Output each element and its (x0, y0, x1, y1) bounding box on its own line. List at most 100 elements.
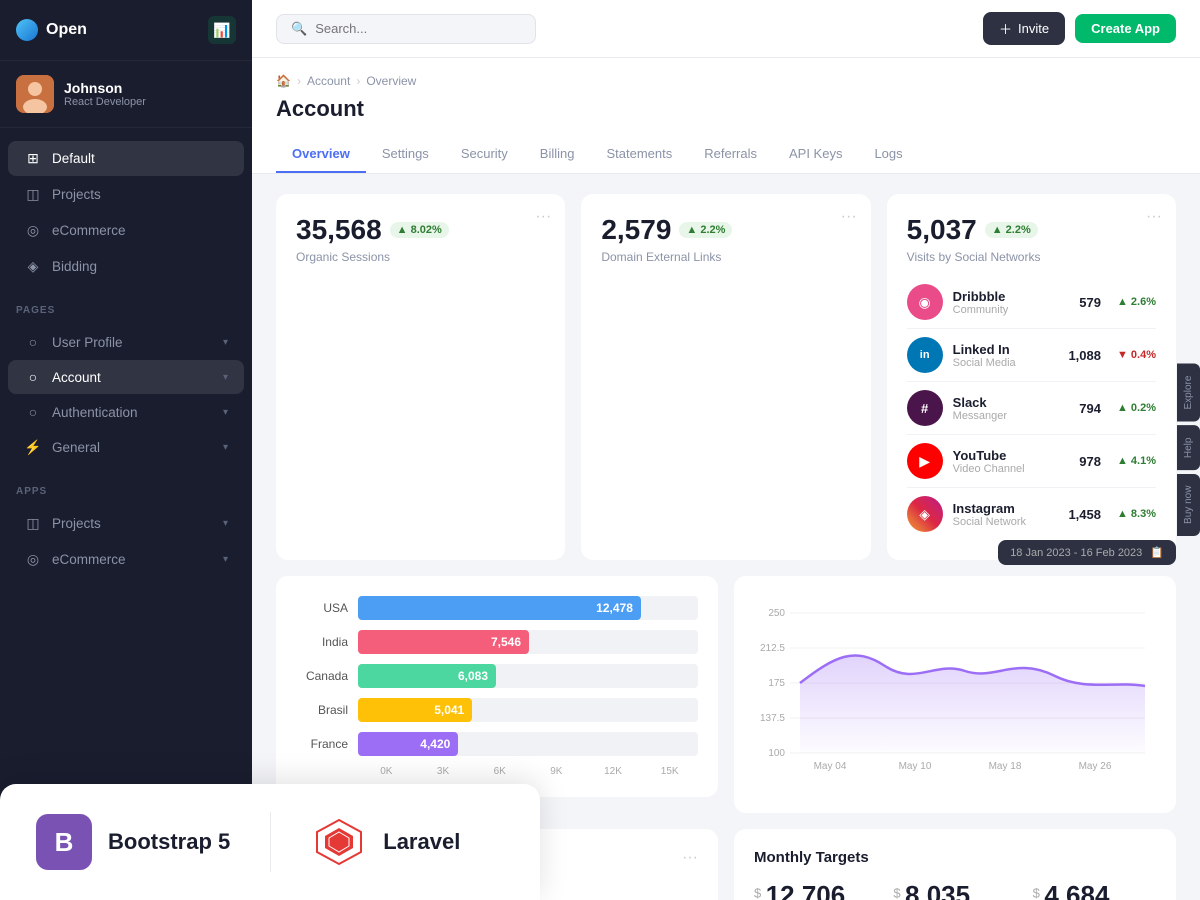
plus-icon: ＋ (999, 19, 1012, 38)
tab-referrals[interactable]: Referrals (688, 136, 773, 173)
sidebar-item-label: Bidding (52, 259, 97, 274)
youtube-icon: ▶ (907, 443, 943, 479)
divider (270, 812, 271, 872)
create-app-button[interactable]: Create App (1075, 14, 1176, 43)
social-row: in Linked In Social Media 1,088 ▼ 0.4% (907, 329, 1156, 382)
sidebar-item-projects[interactable]: ◫ Projects (8, 177, 244, 212)
tab-api-keys[interactable]: API Keys (773, 136, 858, 173)
svg-text:137.5: 137.5 (760, 713, 785, 724)
tab-logs[interactable]: Logs (858, 136, 918, 173)
chevron-down-icon: ▾ (223, 372, 228, 383)
search-input[interactable] (315, 21, 515, 36)
sidebar-item-default[interactable]: ⊞ Default (8, 141, 244, 176)
bar-fill: 6,083 (358, 664, 496, 688)
target-item: $ 8,035 Actual for April (893, 880, 1016, 900)
main-nav: ⊞ Default ◫ Projects ◎ eCommerce ◈ Biddi… (0, 128, 252, 289)
search-box[interactable]: 🔍 (276, 14, 536, 44)
sidebar-item-label: Authentication (52, 405, 138, 420)
stat-label: Domain External Links (601, 250, 850, 264)
app-name: Open (46, 21, 87, 39)
sidebar-header: Open 📊 (0, 0, 252, 61)
bar-track: 5,041 (358, 698, 698, 722)
laravel-icon (311, 814, 367, 870)
svg-text:May 18: May 18 (989, 761, 1022, 772)
sidebar-item-label: eCommerce (52, 223, 126, 238)
bar-track: 6,083 (358, 664, 698, 688)
grid-icon: ⊞ (24, 150, 42, 167)
tab-overview[interactable]: Overview (276, 136, 366, 173)
sidebar-item-authentication[interactable]: ○ Authentication ▾ (8, 395, 244, 429)
buy-now-button[interactable]: Buy now (1177, 474, 1200, 536)
bar-track: 4,420 (358, 732, 698, 756)
pages-nav: PAGES ○ User Profile ▾ ○ Account ▾ ○ Aut… (0, 289, 252, 470)
bar-fill: 7,546 (358, 630, 529, 654)
bar-row: Brasil 5,041 (296, 698, 698, 722)
sidebar-item-user-profile[interactable]: ○ User Profile ▾ (8, 325, 244, 359)
ecommerce-icon: ◎ (24, 222, 42, 239)
tab-billing[interactable]: Billing (524, 136, 591, 173)
stat-value: 2,579 ▲ 2.2% (601, 214, 850, 246)
apps-label: APPS (0, 482, 252, 505)
bar-track: 7,546 (358, 630, 698, 654)
user-card[interactable]: Johnson React Developer (0, 61, 252, 128)
more-options-icon[interactable]: ··· (841, 208, 857, 226)
page-tabs: Overview Settings Security Billing State… (276, 136, 1176, 173)
tab-settings[interactable]: Settings (366, 136, 445, 173)
user-role: React Developer (64, 96, 236, 108)
stat-card-social-visits: ··· 5,037 ▲ 2.2% Visits by Social Networ… (887, 194, 1176, 560)
sidebar-item-ecommerce[interactable]: ◎ eCommerce (8, 213, 244, 248)
breadcrumb: 🏠 › Account › Overview (276, 74, 1176, 88)
tab-security[interactable]: Security (445, 136, 524, 173)
stats-icon-button[interactable]: 📊 (208, 16, 236, 44)
bar-chart-card: USA 12,478 India 7,546 Canada 6,083 Bras… (276, 576, 718, 797)
stat-badge: ▲ 2.2% (985, 222, 1038, 238)
svg-text:May 10: May 10 (899, 761, 932, 772)
chevron-down-icon: ▾ (223, 407, 228, 418)
sidebar-logo: Open (16, 19, 87, 41)
help-button[interactable]: Help (1177, 425, 1200, 470)
breadcrumb-overview: Overview (366, 74, 416, 88)
bar-track: 12,478 (358, 596, 698, 620)
bidding-icon: ◈ (24, 258, 42, 275)
page-title: Account (276, 96, 1176, 122)
bar-fill: 5,041 (358, 698, 472, 722)
account-icon: ○ (24, 369, 42, 385)
pages-label: PAGES (0, 301, 252, 324)
ecommerce-app-icon: ◎ (24, 551, 42, 568)
chevron-down-icon: ▾ (223, 337, 228, 348)
more-options-icon[interactable]: ··· (682, 849, 698, 867)
bootstrap-promo: B Bootstrap 5 (36, 814, 230, 870)
sidebar-item-bidding[interactable]: ◈ Bidding (8, 249, 244, 284)
sidebar-item-general[interactable]: ⚡ General ▾ (8, 430, 244, 465)
breadcrumb-account[interactable]: Account (307, 74, 350, 88)
invite-button[interactable]: ＋ Invite (983, 12, 1065, 45)
instagram-icon: ◈ (907, 496, 943, 532)
bar-row: France 4,420 (296, 732, 698, 756)
tab-statements[interactable]: Statements (590, 136, 688, 173)
more-options-icon[interactable]: ··· (1146, 208, 1162, 226)
bar-row: USA 12,478 (296, 596, 698, 620)
bar-fill: 12,478 (358, 596, 641, 620)
side-actions: Explore Help Buy now (1177, 364, 1200, 537)
line-chart-card: 250 212.5 175 137.5 100 (734, 576, 1176, 813)
sidebar-item-ecommerce-app[interactable]: ◎ eCommerce ▾ (8, 542, 244, 577)
more-options-icon[interactable]: ··· (535, 208, 551, 226)
sidebar-item-account[interactable]: ○ Account ▾ (8, 360, 244, 394)
sidebar-item-label: Projects (52, 187, 101, 202)
stats-grid: ··· 35,568 ▲ 8.02% Organic Sessions ··· … (276, 194, 1176, 560)
sidebar-item-label: User Profile (52, 335, 123, 350)
apps-nav: APPS ◫ Projects ▾ ◎ eCommerce ▾ (0, 470, 252, 582)
sidebar-item-projects-app[interactable]: ◫ Projects ▾ (8, 506, 244, 541)
user-info: Johnson React Developer (64, 80, 236, 108)
explore-button[interactable]: Explore (1177, 364, 1200, 422)
laravel-promo: Laravel (311, 814, 460, 870)
user-profile-icon: ○ (24, 334, 42, 350)
bar-axis: 0K 3K 6K 9K 12K 15K (358, 766, 698, 777)
dribbble-icon: ◉ (907, 284, 943, 320)
sidebar-item-label: Projects (52, 516, 101, 531)
stat-card-sessions: ··· 35,568 ▲ 8.02% Organic Sessions (276, 194, 565, 560)
stat-badge: ▲ 8.02% (390, 222, 449, 238)
targets-card: Monthly Targets $ 12,706 Targets for Apr… (734, 829, 1176, 900)
sidebar: Open 📊 Johnson React Developer ⊞ Default (0, 0, 252, 900)
social-row: ▶ YouTube Video Channel 978 ▲ 4.1% (907, 435, 1156, 488)
